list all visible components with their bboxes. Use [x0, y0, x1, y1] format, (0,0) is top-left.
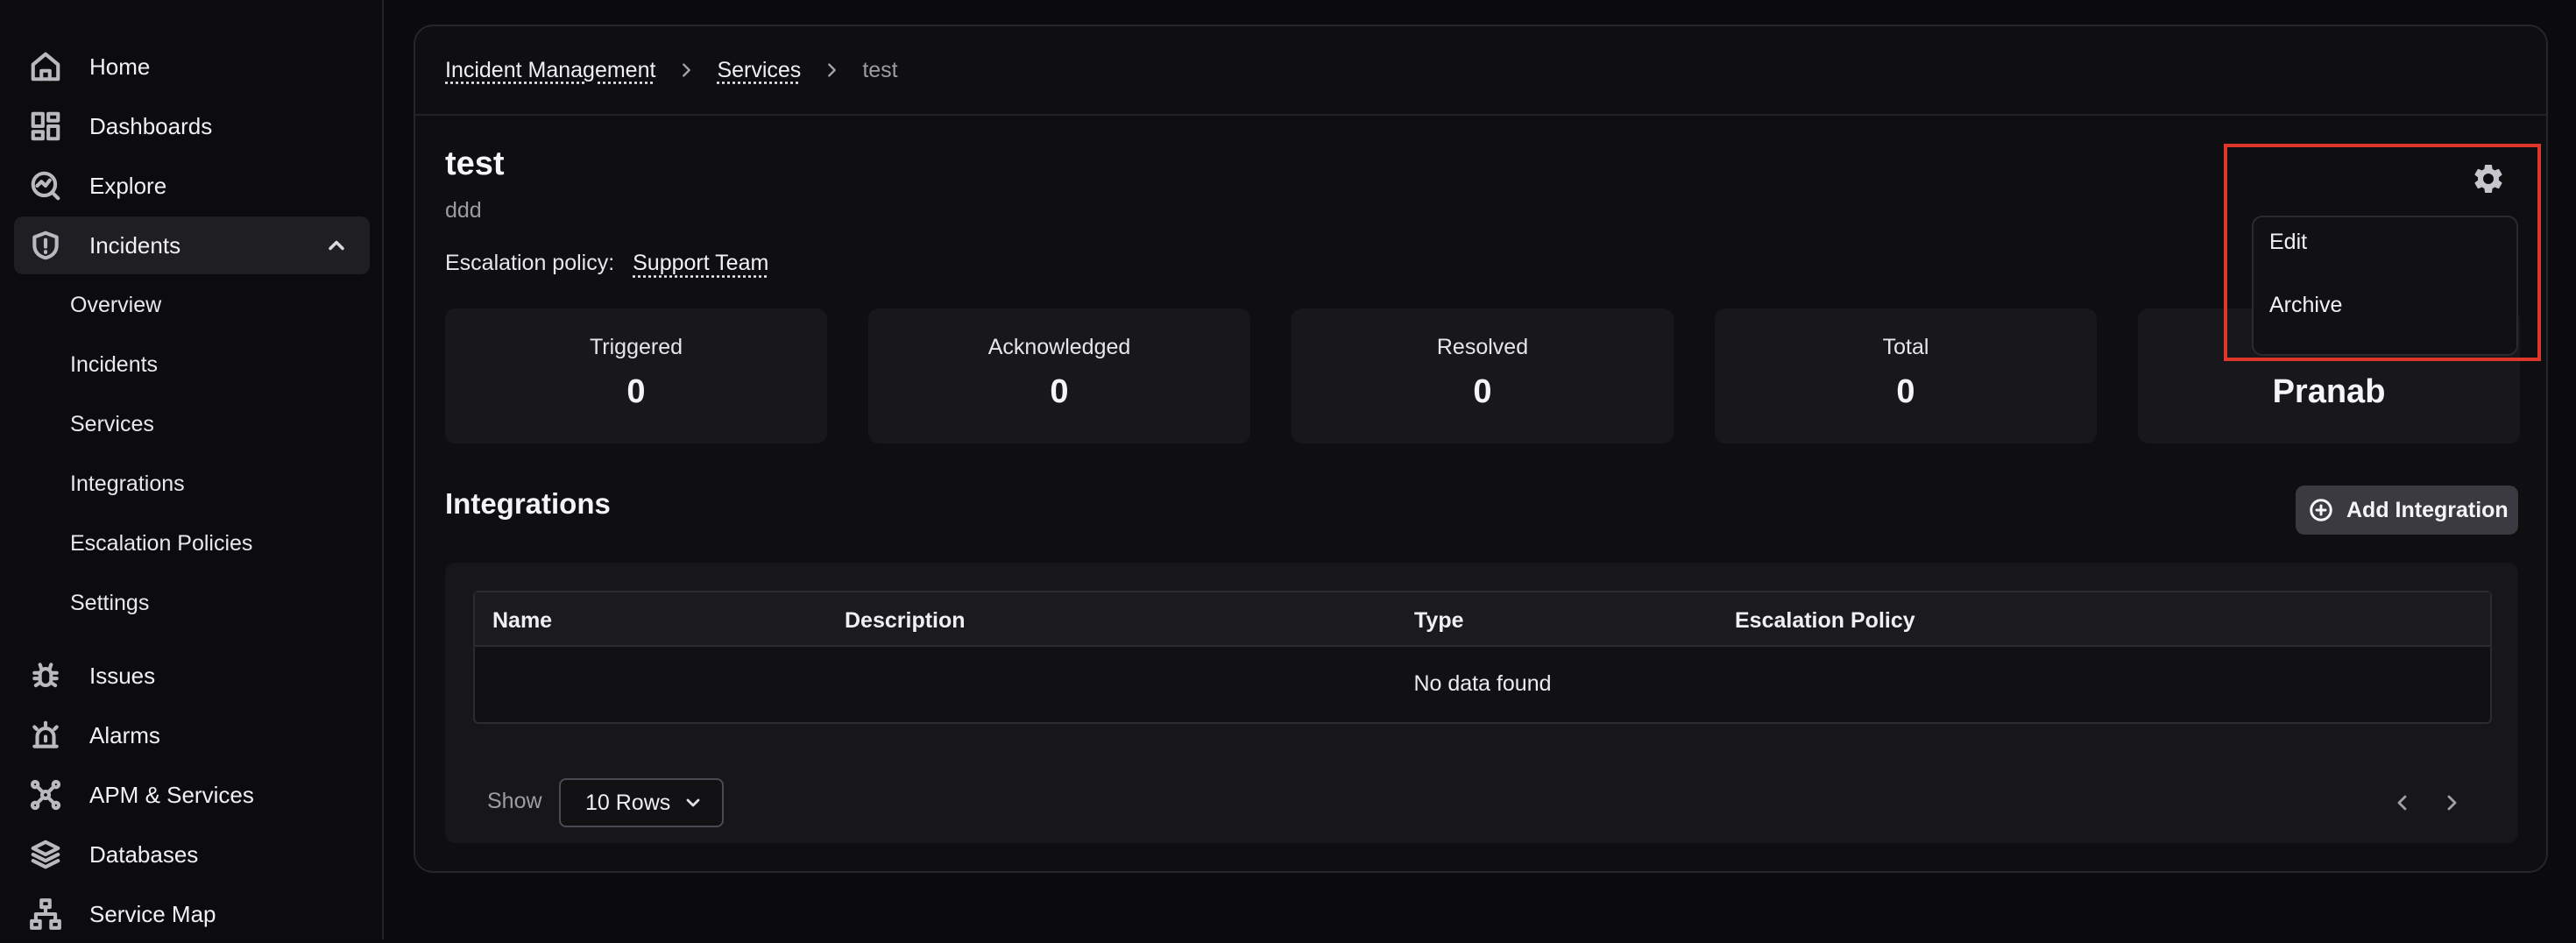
alarm-icon	[28, 718, 63, 753]
sidebar-item-explore[interactable]: Explore	[14, 157, 370, 215]
column-header-escalation-policy[interactable]: Escalation Policy	[1735, 608, 1915, 634]
stat-card-total: Total 0	[1715, 308, 2097, 443]
service-detail-card: Incident Management Services test test d…	[414, 25, 2548, 873]
chevron-right-icon	[822, 60, 841, 80]
explore-icon	[28, 168, 63, 203]
sidebar-subitem-integrations[interactable]: Integrations	[70, 466, 185, 501]
stat-label: Resolved	[1436, 335, 1529, 359]
dashboards-icon	[28, 109, 63, 144]
sidebar-item-label: Databases	[89, 840, 199, 868]
service-description: ddd	[445, 198, 482, 223]
add-integration-label: Add Integration	[2346, 497, 2509, 522]
home-icon	[28, 49, 63, 84]
sidebar-item-label: Service Map	[89, 900, 216, 927]
sidebar-item-apm-services[interactable]: APM & Services	[14, 766, 370, 824]
sidebar-subitem-services[interactable]: Services	[70, 407, 154, 442]
sidebar-subitem-escalation-policies[interactable]: Escalation Policies	[70, 526, 252, 561]
menu-item-archive[interactable]: Archive	[2269, 293, 2342, 318]
stat-value: 0	[1473, 373, 1492, 410]
plus-circle-icon	[2310, 499, 2332, 521]
database-icon	[28, 837, 63, 872]
stat-card-acknowledged: Acknowledged 0	[868, 308, 1250, 443]
sidebar-item-label: Dashboards	[89, 112, 213, 139]
integrations-panel: Name Description Type Escalation Policy …	[445, 563, 2518, 843]
show-label: Show	[487, 789, 542, 813]
integrations-table: Name Description Type Escalation Policy …	[473, 591, 2492, 724]
breadcrumb-services[interactable]: Services	[717, 58, 801, 83]
service-map-icon	[28, 897, 63, 932]
page-title: test	[445, 145, 505, 182]
column-header-type[interactable]: Type	[1414, 608, 1464, 634]
escalation-policy-row: Escalation policy: Support Team	[445, 251, 768, 276]
stat-value: Pranab	[2272, 373, 2386, 410]
sidebar-item-issues[interactable]: Issues	[14, 647, 370, 705]
gear-icon	[2474, 164, 2502, 193]
sidebar-subitem-overview[interactable]: Overview	[70, 287, 161, 323]
integrations-title: Integrations	[445, 487, 611, 520]
rows-per-page-value: 10 Rows	[585, 790, 671, 815]
sidebar-item-dashboards[interactable]: Dashboards	[14, 97, 370, 155]
chevron-left-icon	[2397, 795, 2407, 811]
sidebar-item-incidents[interactable]: Incidents	[14, 216, 370, 274]
shield-icon	[28, 228, 63, 263]
sidebar-subitem-incidents[interactable]: Incidents	[70, 347, 158, 382]
table-header: Name Description Type Escalation Policy	[475, 592, 2490, 647]
previous-page-button[interactable]	[2392, 792, 2417, 817]
sidebar-item-home[interactable]: Home	[14, 38, 370, 96]
column-header-description[interactable]: Description	[845, 608, 966, 634]
menu-item-edit[interactable]: Edit	[2269, 230, 2307, 255]
next-page-button[interactable]	[2441, 792, 2466, 817]
add-integration-button[interactable]: Add Integration	[2296, 486, 2518, 535]
settings-dropdown-menu: Edit Archive	[2252, 216, 2518, 356]
stat-label: Acknowledged	[987, 335, 1131, 359]
sidebar-item-databases[interactable]: Databases	[14, 826, 370, 883]
breadcrumb: Incident Management Services test	[415, 26, 2546, 116]
chevron-right-icon	[676, 60, 696, 80]
empty-state-message: No data found	[1413, 671, 1552, 696]
stat-value: 0	[626, 373, 646, 410]
escalation-policy-label: Escalation policy:	[445, 251, 615, 275]
sidebar: Home Dashboards Explore Incidents Overvi…	[0, 0, 384, 939]
chevron-up-icon[interactable]	[324, 233, 349, 264]
chevron-down-icon	[686, 798, 700, 807]
stat-card-triggered: Triggered 0	[445, 308, 827, 443]
sidebar-subitem-settings[interactable]: Settings	[70, 585, 149, 620]
stat-value: 0	[1896, 373, 1915, 410]
sidebar-item-alarms[interactable]: Alarms	[14, 706, 370, 764]
stat-card-resolved: Resolved 0	[1292, 308, 1674, 443]
sidebar-item-label: Alarms	[89, 721, 160, 748]
escalation-policy-link[interactable]: Support Team	[633, 251, 768, 275]
sidebar-item-label: Incidents	[89, 231, 181, 259]
sidebar-item-label: APM & Services	[89, 781, 254, 808]
chevron-right-icon	[2447, 795, 2457, 811]
stat-label: Triggered	[589, 335, 683, 359]
stat-label: Total	[1882, 335, 1929, 359]
settings-menu-button[interactable]	[2467, 158, 2509, 200]
column-header-name[interactable]: Name	[492, 608, 552, 634]
rows-per-page-select[interactable]: 10 Rows	[559, 778, 724, 827]
apm-icon	[28, 777, 63, 812]
sidebar-item-label: Explore	[89, 172, 167, 199]
breadcrumb-incident-management[interactable]: Incident Management	[445, 58, 655, 83]
breadcrumb-current: test	[862, 57, 898, 82]
stat-value: 0	[1050, 373, 1069, 410]
bug-icon	[28, 658, 63, 693]
sidebar-item-label: Issues	[89, 662, 156, 689]
sidebar-item-service-map[interactable]: Service Map	[14, 885, 370, 943]
sidebar-item-label: Home	[89, 53, 151, 80]
